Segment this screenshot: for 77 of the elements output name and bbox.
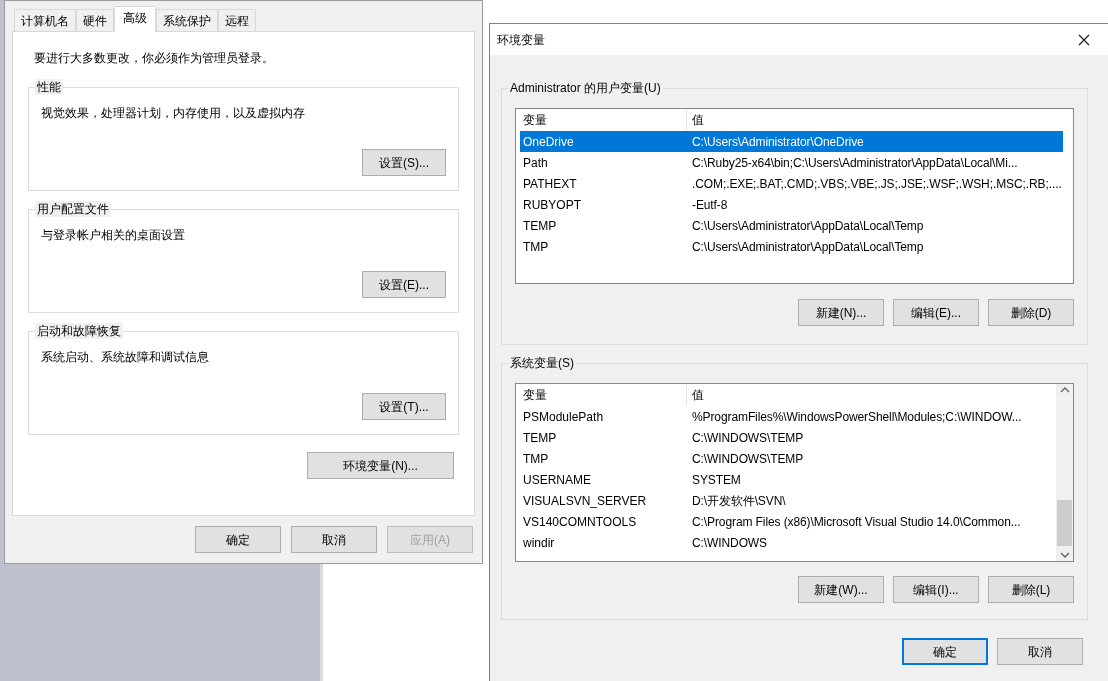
- variable-value: C:\Ruby25-x64\bin;C:\Users\Administrator\AppData\Local\Mi...: [691, 154, 1018, 172]
- group-title: 性能: [35, 79, 63, 95]
- scroll-up-icon[interactable]: [1059, 387, 1070, 393]
- variable-row[interactable]: VS140COMNTOOLS C:\Program Files (x86)\Microsoft Visual Studio 14.0\Common...: [520, 511, 1056, 532]
- variable-name: PSModulePath: [522, 408, 605, 426]
- variable-value: %ProgramFiles%\WindowsPowerShell\Modules;C:\WINDOW...: [691, 408, 1022, 426]
- variable-name: windir: [522, 534, 556, 552]
- column-header[interactable]: 变量: [516, 110, 687, 130]
- settings-button[interactable]: 设置(S)...: [362, 149, 446, 176]
- variable-row[interactable]: VISUALSVN_SERVER D:\开发软件\SVN\: [520, 490, 1056, 511]
- list-action-button[interactable]: 新建(W)...: [798, 576, 884, 603]
- group-title: 启动和故障恢复: [35, 323, 123, 339]
- variable-value: C:\WINDOWS: [691, 534, 767, 552]
- list-action-button[interactable]: 删除(D): [988, 299, 1074, 326]
- variable-value: -Eutf-8: [691, 196, 728, 214]
- list-action-button[interactable]: 删除(L): [988, 576, 1074, 603]
- group-description: 视觉效果，处理器计划，内存使用，以及虚拟内存: [41, 105, 306, 121]
- dialog-button[interactable]: 确定: [902, 638, 988, 665]
- group-description: 与登录帐户相关的桌面设置: [41, 227, 186, 243]
- list-action-button[interactable]: 编辑(I)...: [893, 576, 979, 603]
- variable-name: RUBYOPT: [522, 196, 582, 214]
- column-header[interactable]: 变量: [516, 385, 687, 405]
- variable-value: C:\Users\Administrator\AppData\Local\Temp: [691, 217, 924, 235]
- variable-value: C:\Program Files (x86)\Microsoft Visual Studio 14.0\Common...: [691, 513, 1021, 531]
- variable-row[interactable]: TEMP C:\Users\Administrator\AppData\Local\Temp: [520, 215, 1063, 236]
- variable-name: TEMP: [522, 217, 558, 235]
- dialog-button[interactable]: 取消: [997, 638, 1083, 665]
- dialog-button[interactable]: 确定: [195, 526, 281, 553]
- variable-name: VS140COMNTOOLS: [522, 513, 638, 531]
- scroll-down-icon[interactable]: [1059, 552, 1070, 558]
- dialog-button[interactable]: 取消: [291, 526, 377, 553]
- variable-row[interactable]: windir C:\WINDOWS: [520, 532, 1056, 553]
- variable-name: TEMP: [522, 429, 558, 447]
- variable-row[interactable]: TMP C:\Users\Administrator\AppData\Local\Temp: [520, 236, 1063, 257]
- tab[interactable]: 高级: [114, 6, 156, 32]
- variable-row[interactable]: PATHEXT .COM;.EXE;.BAT;.CMD;.VBS;.VBE;.JS;.JSE;.WSF;.WSH;.MSC;.RB;....: [520, 173, 1063, 194]
- admin-notice: 要进行大多数更改，你必须作为管理员登录。: [34, 50, 275, 66]
- variable-value: D:\开发软件\SVN\: [691, 492, 786, 510]
- column-header[interactable]: 值: [687, 385, 704, 405]
- group-title: Administrator 的用户变量(U): [508, 80, 663, 96]
- variable-row[interactable]: Path C:\Ruby25-x64\bin;C:\Users\Administrator\AppData\Local\Mi...: [520, 152, 1063, 173]
- variable-row[interactable]: OneDrive C:\Users\Administrator\OneDrive: [520, 131, 1063, 152]
- variable-row[interactable]: TEMP C:\WINDOWS\TEMP: [520, 427, 1056, 448]
- tab[interactable]: 远程: [218, 9, 256, 31]
- tab[interactable]: 系统保护: [156, 9, 218, 31]
- variable-value: C:\Users\Administrator\AppData\Local\Temp: [691, 238, 924, 256]
- environment-variables-button[interactable]: 环境变量(N)...: [307, 452, 454, 479]
- variable-value: SYSTEM: [691, 471, 741, 489]
- window-title: 环境变量: [497, 31, 545, 49]
- variable-value: .COM;.EXE;.BAT;.CMD;.VBS;.VBE;.JS;.JSE;.WSF;.WSH;.MSC;.RB;....: [691, 175, 1062, 193]
- variable-row[interactable]: USERNAME SYSTEM: [520, 469, 1056, 490]
- variable-row[interactable]: PSModulePath %ProgramFiles%\WindowsPowerShell\Modules;C:\WINDOW...: [520, 406, 1056, 427]
- variable-name: VISUALSVN_SERVER: [522, 492, 648, 510]
- list-action-button[interactable]: 新建(N)...: [798, 299, 884, 326]
- group-description: 系统启动、系统故障和调试信息: [41, 349, 210, 365]
- variable-value: C:\WINDOWS\TEMP: [691, 450, 804, 468]
- tab[interactable]: 硬件: [76, 9, 114, 31]
- settings-button[interactable]: 设置(T)...: [362, 393, 446, 420]
- variable-value: C:\Users\Administrator\OneDrive: [691, 133, 864, 151]
- variable-value: C:\WINDOWS\TEMP: [691, 429, 804, 447]
- settings-button[interactable]: 设置(E)...: [362, 271, 446, 298]
- variable-name: PATHEXT: [522, 175, 578, 193]
- scrollbar-thumb[interactable]: [1057, 500, 1072, 546]
- variable-name: TMP: [522, 238, 550, 256]
- variable-name: Path: [522, 154, 549, 172]
- variable-row[interactable]: RUBYOPT -Eutf-8: [520, 194, 1063, 215]
- tab[interactable]: 计算机名: [14, 9, 76, 31]
- variable-name: OneDrive: [522, 133, 575, 151]
- group-title: 系统变量(S): [508, 355, 576, 371]
- variable-name: TMP: [522, 450, 550, 468]
- variable-row[interactable]: TMP C:\WINDOWS\TEMP: [520, 448, 1056, 469]
- scrollbar[interactable]: [1056, 384, 1073, 561]
- list-action-button[interactable]: 编辑(E)...: [893, 299, 979, 326]
- column-header[interactable]: 值: [687, 110, 704, 130]
- variable-name: USERNAME: [522, 471, 592, 489]
- close-icon[interactable]: [1078, 33, 1090, 46]
- group-title: 用户配置文件: [35, 201, 111, 217]
